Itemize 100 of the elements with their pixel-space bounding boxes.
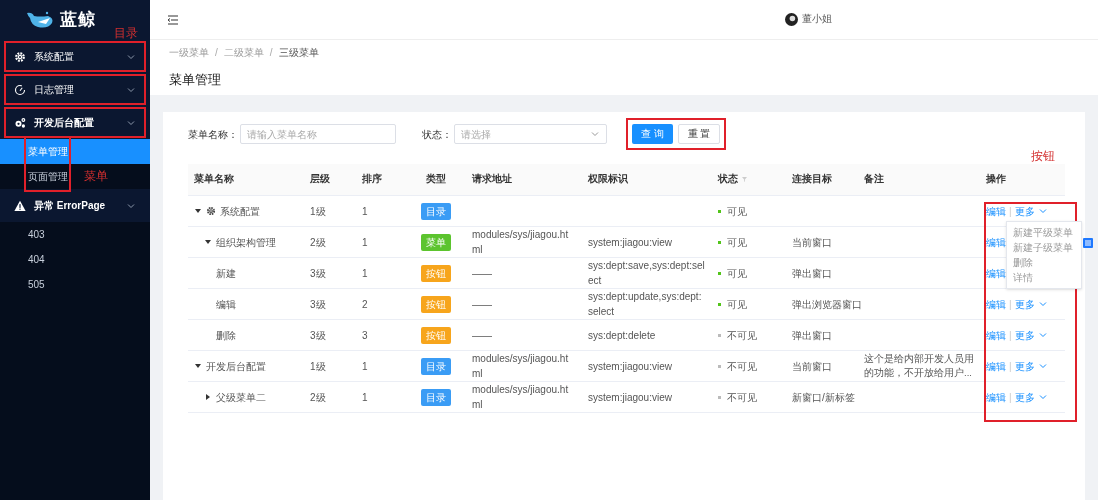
gears-icon — [14, 116, 26, 129]
table-cell-text: 2级 — [310, 235, 326, 250]
menu-name-field[interactable]: 请输入菜单名称 — [240, 124, 396, 144]
menu-item[interactable]: 删除 — [1007, 255, 1081, 270]
gear-icon — [206, 206, 216, 216]
table-cell: 这个是给内部开发人员用的功能，不开放给用户... — [864, 352, 974, 380]
sidebar-group[interactable]: 日志管理 — [4, 74, 146, 105]
table-cell-text: 可见 — [727, 204, 747, 219]
column-header: 状态 — [718, 172, 738, 187]
table-cell-text: 弹出浏览器窗口 — [792, 297, 862, 312]
table-cell-text: 1级 — [310, 359, 326, 374]
table-cell-text: 系统配置 — [220, 204, 260, 219]
chevron-down-icon — [1037, 392, 1048, 402]
more-link[interactable]: 更多 — [1014, 389, 1035, 405]
table-cell-text: 1 — [362, 359, 368, 374]
more-link[interactable]: 更多 — [1014, 203, 1035, 219]
table-cell-text: modules/sys/jiagou.html — [472, 228, 570, 257]
table-cell-text: 2 — [362, 297, 368, 312]
separator: | — [1009, 204, 1012, 219]
more-link[interactable]: 更多 — [1014, 358, 1035, 374]
status-select[interactable]: 请选择 — [454, 124, 607, 144]
table-cell-text: 1 — [362, 266, 368, 281]
table-cell-text: 3 — [362, 328, 368, 343]
column-header: 操作 — [986, 172, 1006, 187]
edit-link[interactable]: 编辑 — [986, 296, 1006, 312]
edit-link[interactable]: 编辑 — [986, 203, 1006, 219]
table-cell-text: 开发后台配置 — [206, 359, 266, 374]
type-tag: 目录 — [421, 357, 451, 375]
table-cell-text: 新建 — [216, 266, 236, 281]
logo-text: 蓝鲸 — [60, 9, 96, 32]
type-tag: 按钮 — [421, 295, 451, 313]
caret-right-icon[interactable] — [204, 393, 212, 401]
table-cell-text: 当前窗口 — [792, 359, 832, 374]
menu-fold-icon[interactable] — [167, 14, 179, 25]
menu-item[interactable]: 新建子级菜单 — [1007, 240, 1081, 255]
table-cell-text: —— — [472, 297, 492, 312]
sidebar-item[interactable]: 菜单管理 — [28, 144, 68, 159]
breadcrumb-link[interactable]: 一级菜单 — [169, 45, 209, 61]
search-button[interactable]: 查 询 — [632, 124, 673, 144]
table-cell-text: 3级 — [310, 328, 326, 343]
table-cell-text: 不可见 — [727, 359, 757, 374]
menu-item[interactable]: 详情 — [1007, 270, 1081, 285]
table-cell-text: 3级 — [310, 266, 326, 281]
chevron-down-icon — [1037, 330, 1048, 340]
column-header: 类型 — [426, 172, 446, 187]
type-tag: 按钮 — [421, 326, 451, 344]
page-title: 菜单管理 — [169, 71, 222, 90]
column-header: 权限标识 — [588, 172, 628, 187]
menu-item[interactable]: 新建平级菜单 — [1007, 225, 1081, 240]
breadcrumb-separator: / — [269, 46, 273, 61]
avatar-icon[interactable] — [785, 13, 798, 26]
user-name[interactable]: 董小姐 — [802, 12, 832, 27]
table-cell-text: system:jiagou:view — [588, 390, 672, 405]
type-tag: 菜单 — [421, 233, 451, 251]
table-cell-text: sys:dept:update,sys:dept:select — [588, 290, 703, 319]
table-cell-text: 弹出窗口 — [792, 266, 832, 281]
reset-button[interactable]: 重 置 — [677, 124, 721, 144]
sidebar-item[interactable]: 404 — [28, 252, 45, 267]
sidebar-item[interactable]: 页面管理 — [28, 169, 68, 184]
more-link[interactable]: 更多 — [1014, 296, 1035, 312]
field-label: 菜单名称： — [188, 127, 238, 142]
table-cell-text: system:jiagou:view — [588, 235, 672, 250]
more-link[interactable]: 更多 — [1014, 327, 1035, 343]
chevron-down-icon — [1037, 299, 1048, 309]
separator: | — [1009, 328, 1012, 343]
table-cell-text: 1 — [362, 204, 368, 219]
sidebar-group[interactable]: 系统配置 — [4, 41, 146, 72]
chevron-down-icon — [1037, 361, 1048, 371]
gauge-icon — [14, 83, 26, 96]
table-cell-text: 删除 — [216, 328, 236, 343]
sidebar-item[interactable]: 403 — [28, 227, 45, 242]
table-cell-text: 1 — [362, 235, 368, 250]
breadcrumb-link[interactable]: 三级菜单 — [278, 45, 319, 61]
field-label: 状态： — [422, 127, 452, 142]
caret-down-icon[interactable] — [194, 207, 202, 215]
chevron-down-icon — [1037, 206, 1048, 216]
table-cell-text: —— — [472, 328, 492, 343]
table-cell-text: 2级 — [310, 390, 326, 405]
caret-down-icon[interactable] — [204, 238, 212, 246]
caret-down-icon[interactable] — [194, 362, 202, 370]
annotation-label: 菜单 — [84, 168, 108, 185]
table-cell-text: 不可见 — [727, 390, 757, 405]
table-cell-text: 可见 — [727, 266, 747, 281]
edit-link[interactable]: 编辑 — [986, 327, 1006, 343]
column-header: 排序 — [362, 172, 382, 187]
type-tag: 按钮 — [421, 264, 451, 282]
breadcrumb-separator: / — [215, 46, 218, 61]
separator: | — [1009, 297, 1012, 312]
edit-link[interactable]: 编辑 — [986, 389, 1006, 405]
sidebar-item[interactable]: 505 — [28, 277, 45, 292]
edit-link[interactable]: 编辑 — [986, 234, 1006, 250]
edit-link[interactable]: 编辑 — [986, 265, 1006, 281]
table-cell-text: —— — [472, 266, 492, 281]
table-cell-text: 可见 — [727, 297, 747, 312]
annotation-label: 按钮 — [1031, 148, 1055, 165]
edit-link[interactable]: 编辑 — [986, 358, 1006, 374]
chevron-down-icon — [590, 129, 600, 139]
select-placeholder: 请选择 — [461, 127, 491, 142]
sidebar-group[interactable]: 异常 ErrorPage — [4, 190, 146, 221]
breadcrumb-link[interactable]: 二级菜单 — [223, 45, 264, 61]
